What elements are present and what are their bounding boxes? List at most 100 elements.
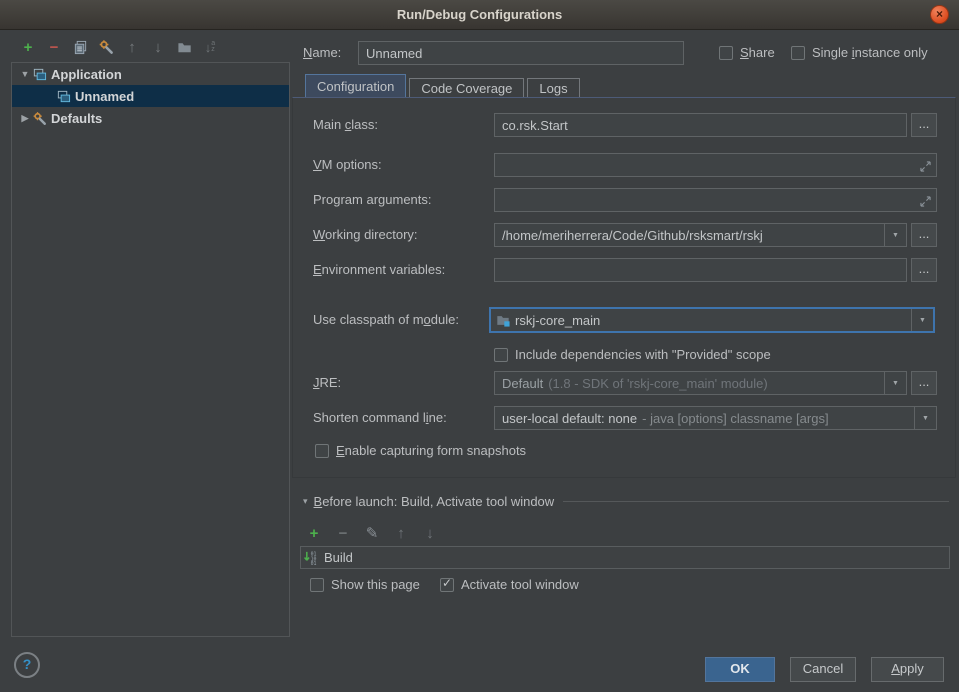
add-task-button[interactable]: + [306,525,322,541]
working-directory-browse-button[interactable]: ... [911,223,937,247]
tree-item-defaults[interactable]: ▶ Defaults [12,107,289,129]
tree-item-unnamed[interactable]: Unnamed [12,85,289,107]
jre-value: Default [502,376,543,391]
wrench-gear-icon [98,39,114,55]
expand-field-icon[interactable] [920,195,931,210]
working-directory-label: Working directory: [313,223,418,247]
configurations-tree: ▼ Application Unnamed ▶ [11,62,290,637]
tab-code-coverage[interactable]: Code Coverage [409,78,524,98]
enable-snapshots-checkbox[interactable]: Enable capturing form snapshots [315,443,526,458]
program-arguments-input[interactable] [494,188,937,212]
run-debug-configurations-dialog: Run/Debug Configurations × + − ↑ ↓ [0,0,959,692]
jre-combobox[interactable]: Default (1.8 - SDK of 'rskj-core_main' m… [494,371,907,395]
enable-snapshots-label: Enable capturing form snapshots [336,443,526,458]
share-checkbox[interactable]: Share [719,45,775,60]
move-up-button[interactable]: ↑ [124,39,140,55]
include-provided-label: Include dependencies with "Provided" sco… [515,347,771,362]
edit-task-button[interactable]: ✎ [364,525,380,541]
help-button[interactable]: ? [14,652,40,678]
jre-label: JRE: [313,371,341,395]
use-classpath-combobox[interactable]: rskj-core_main ▼ [489,307,935,333]
copy-icon [73,40,88,55]
tree-item-label: Application [51,67,122,82]
main-class-label: Main class: [313,113,378,137]
add-icon: + [310,525,319,542]
move-down-icon: ↓ [426,525,434,542]
dropdown-arrow-icon[interactable]: ▼ [914,407,936,429]
collapse-arrow-icon[interactable]: ▶ [19,113,31,124]
tab-configuration[interactable]: Configuration [305,74,406,98]
tab-logs[interactable]: Logs [527,78,579,98]
checkbox-checked-icon[interactable]: ✓ [440,578,454,592]
move-task-down-button[interactable]: ↓ [422,525,438,541]
main-class-input[interactable]: co.rsk.Start [494,113,907,137]
copy-configuration-button[interactable] [72,39,88,55]
tree-item-application[interactable]: ▼ Application [12,63,289,85]
task-label: Build [324,550,353,565]
sort-az-icon: a z [211,41,215,53]
before-launch-toolbar: + − ✎ ↑ ↓ [306,525,438,541]
cancel-button[interactable]: Cancel [790,657,856,682]
shorten-command-line-value: user-local default: none [502,411,637,426]
show-this-page-checkbox[interactable]: Show this page [310,577,420,592]
section-collapse-icon[interactable]: ▾ [303,496,308,507]
vm-options-input[interactable] [494,153,937,177]
expand-arrow-icon[interactable]: ▼ [19,69,31,79]
expand-field-icon[interactable] [920,160,931,175]
move-task-up-button[interactable]: ↑ [393,525,409,541]
sort-configurations-button[interactable]: ↓ a z [202,39,218,55]
application-icon [55,88,71,104]
use-classpath-value: rskj-core_main [515,313,600,328]
ellipsis-icon: ... [919,261,930,276]
working-directory-combobox[interactable]: /home/meriherrera/Code/Github/rsksmart/r… [494,223,907,247]
name-input[interactable]: Unnamed [358,41,684,65]
name-value: Unnamed [366,46,422,61]
jre-browse-button[interactable]: ... [911,371,937,395]
single-instance-checkbox[interactable]: Single instance only [791,45,928,60]
shorten-command-line-combobox[interactable]: user-local default: none - java [options… [494,406,937,430]
jre-value-detail: (1.8 - SDK of 'rskj-core_main' module) [548,376,768,391]
activate-tool-window-checkbox[interactable]: ✓ Activate tool window [440,577,579,592]
move-down-button[interactable]: ↓ [150,39,166,55]
include-provided-checkbox[interactable]: Include dependencies with "Provided" sco… [494,347,771,362]
before-launch-section-header[interactable]: ▾ Before launch: Build, Activate tool wi… [303,494,949,509]
show-this-page-label: Show this page [331,577,420,592]
move-up-icon: ↑ [128,39,136,56]
tab-bar: Configuration Code Coverage Logs [305,74,583,98]
edit-defaults-button[interactable] [98,39,114,55]
defaults-icon [31,110,47,126]
add-configuration-button[interactable]: + [20,39,36,55]
before-launch-task-build[interactable]: 01 10 01 Build [300,546,950,569]
configuration-panel: Main class: co.rsk.Start ... VM options:… [292,97,956,478]
environment-variables-input[interactable] [494,258,907,282]
checkbox-unchecked-icon[interactable] [315,444,329,458]
titlebar[interactable]: Run/Debug Configurations × [0,0,959,30]
activate-tool-window-label: Activate tool window [461,577,579,592]
checkbox-unchecked-icon[interactable] [791,46,805,60]
ellipsis-icon: ... [919,374,930,389]
close-icon: × [936,7,943,21]
main-class-value: co.rsk.Start [502,118,568,133]
checkbox-unchecked-icon[interactable] [310,578,324,592]
create-folder-button[interactable] [176,39,192,55]
main-class-browse-button[interactable]: ... [911,113,937,137]
working-directory-value: /home/meriherrera/Code/Github/rsksmart/r… [502,228,763,243]
dropdown-arrow-icon[interactable]: ▼ [884,224,906,246]
pencil-icon: ✎ [366,524,379,542]
checkbox-unchecked-icon[interactable] [494,348,508,362]
environment-variables-browse-button[interactable]: ... [911,258,937,282]
remove-icon: − [50,39,59,56]
tree-item-label: Defaults [51,111,102,126]
close-button[interactable]: × [930,5,949,24]
remove-icon: − [339,525,348,542]
window-title: Run/Debug Configurations [0,0,959,29]
ok-button[interactable]: OK [705,657,775,682]
remove-configuration-button[interactable]: − [46,39,62,55]
ellipsis-icon: ... [919,226,930,241]
remove-task-button[interactable]: − [335,525,351,541]
dropdown-arrow-icon[interactable]: ▼ [911,309,933,331]
dropdown-arrow-icon[interactable]: ▼ [884,372,906,394]
checkbox-unchecked-icon[interactable] [719,46,733,60]
apply-button[interactable]: Apply [871,657,944,682]
shorten-command-line-label: Shorten command line: [313,406,447,430]
